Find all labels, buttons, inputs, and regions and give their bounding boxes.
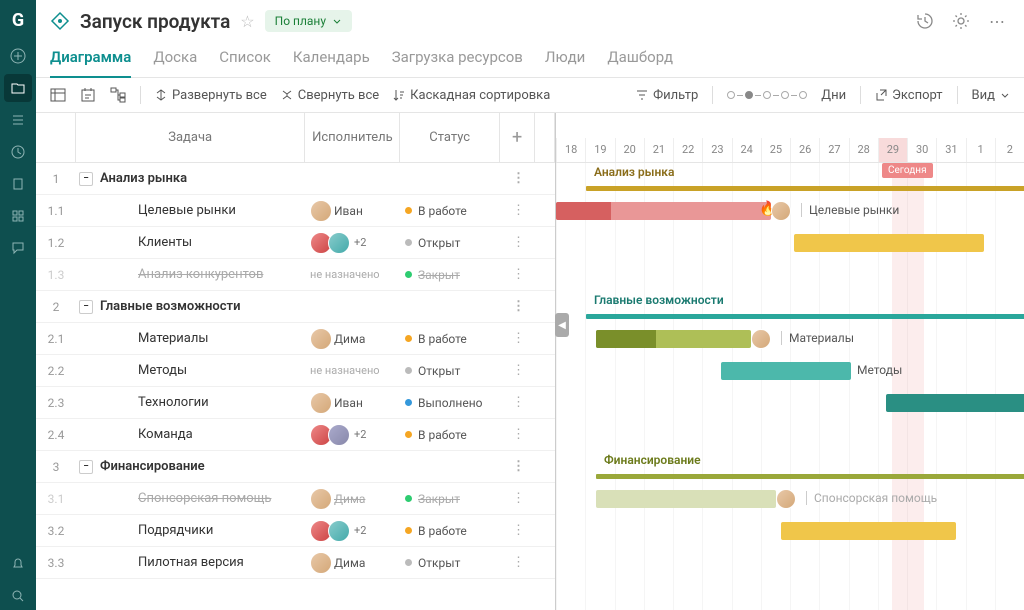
task-row[interactable]: 1.2Клиенты+2Открыт⋮ xyxy=(36,227,555,259)
panel-collapse-icon[interactable]: ◀ xyxy=(555,313,569,337)
grid-header: Задача Исполнитель Статус + xyxy=(36,113,555,163)
row-menu-icon[interactable]: ⋮ xyxy=(501,331,536,346)
task-row[interactable]: 2.4Команда+2В работе⋮ xyxy=(36,419,555,451)
task-row[interactable]: 3−Финансирование⋮ xyxy=(36,451,555,483)
star-icon[interactable]: ☆ xyxy=(240,12,254,31)
gantt-bar[interactable] xyxy=(596,490,776,508)
avatar xyxy=(310,328,332,350)
task-grid: Задача Исполнитель Статус + 1−Анализ рын… xyxy=(36,113,556,610)
task-row[interactable]: 3.1Спонсорская помощьДимаЗакрыт⋮ xyxy=(36,483,555,515)
filter[interactable]: Фильтр xyxy=(636,88,698,103)
avatar xyxy=(751,329,771,349)
task-row[interactable]: 3.2Подрядчики+2В работе⋮ xyxy=(36,515,555,547)
task-row[interactable]: 2.3ТехнологииИванВыполнено⋮ xyxy=(36,387,555,419)
gantt-bar[interactable] xyxy=(556,202,771,220)
row-menu-icon[interactable]: ⋮ xyxy=(501,555,536,570)
rail-grid-icon[interactable] xyxy=(4,202,32,230)
left-rail: G xyxy=(0,0,36,610)
expand-all[interactable]: Развернуть все xyxy=(155,88,267,103)
rail-bell-icon[interactable] xyxy=(4,550,32,578)
avatar xyxy=(776,489,796,509)
toolbar: Развернуть все Свернуть все Каскадная со… xyxy=(36,78,1024,113)
task-row[interactable]: 2.2Методыне назначеноОткрыт⋮ xyxy=(36,355,555,387)
col-task[interactable]: Задача xyxy=(76,113,306,162)
history-icon[interactable] xyxy=(912,8,938,34)
rail-folder-icon[interactable] xyxy=(4,74,32,102)
gantt-bar[interactable] xyxy=(721,362,851,380)
export[interactable]: Экспорт xyxy=(875,88,942,103)
task-row[interactable]: 2.1МатериалыДимаВ работе⋮ xyxy=(36,323,555,355)
header: Запуск продукта ☆ По плану ⋯ xyxy=(36,0,1024,42)
gantt-bar[interactable] xyxy=(596,330,751,348)
rail-add-icon[interactable] xyxy=(4,42,32,70)
avatar xyxy=(310,200,332,222)
tool-task-icon[interactable] xyxy=(80,87,96,103)
tab-board[interactable]: Доска xyxy=(153,42,197,77)
rail-chat-icon[interactable] xyxy=(4,234,32,262)
tool-columns-icon[interactable] xyxy=(50,87,66,103)
tab-diagram[interactable]: Диаграмма xyxy=(50,42,131,78)
row-menu-icon[interactable]: ⋮ xyxy=(501,491,536,506)
avatar xyxy=(328,232,350,254)
col-assignee[interactable]: Исполнитель xyxy=(305,113,400,162)
rail-doc-icon[interactable] xyxy=(4,170,32,198)
settings-icon[interactable] xyxy=(948,8,974,34)
tabs: Диаграмма Доска Список Календарь Загрузк… xyxy=(36,42,1024,78)
col-status[interactable]: Статус xyxy=(400,113,500,162)
row-menu-icon[interactable]: ⋮ xyxy=(501,235,536,250)
row-menu-icon[interactable]: ⋮ xyxy=(501,363,536,378)
task-row[interactable]: 1.3Анализ конкурентовне назначеноЗакрыт⋮ xyxy=(36,259,555,291)
tab-resources[interactable]: Загрузка ресурсов xyxy=(392,42,523,77)
cascade-sort[interactable]: Каскадная сортировка xyxy=(393,88,550,103)
zoom-slider[interactable] xyxy=(727,91,807,99)
row-menu-icon[interactable]: ⋮ xyxy=(501,427,536,442)
rail-clock-icon[interactable] xyxy=(4,138,32,166)
task-row[interactable]: 1−Анализ рынка⋮ xyxy=(36,163,555,195)
collapse-icon[interactable]: − xyxy=(79,300,93,314)
tab-list[interactable]: Список xyxy=(219,42,271,77)
gantt-bar[interactable] xyxy=(886,394,1024,412)
collapse-icon[interactable]: − xyxy=(79,172,93,186)
rail-search-icon[interactable] xyxy=(4,582,32,610)
more-icon[interactable]: ⋯ xyxy=(984,8,1010,34)
app-logo: G xyxy=(6,8,30,32)
avatar xyxy=(771,201,791,221)
row-menu-icon[interactable]: ⋮ xyxy=(501,395,536,410)
tab-dashboard[interactable]: Дашборд xyxy=(607,42,673,77)
tab-people[interactable]: Люди xyxy=(545,42,585,77)
row-menu-icon[interactable]: ⋮ xyxy=(501,171,536,186)
task-row[interactable]: 1.1Целевые рынкиИванВ работе⋮ xyxy=(36,195,555,227)
row-menu-icon[interactable]: ⋮ xyxy=(501,267,536,282)
today-label: Сегодня xyxy=(882,163,933,178)
task-row[interactable]: 2−Главные возможности⋮ xyxy=(36,291,555,323)
gantt-chart: ◀ 181920212223242526272829303112 Сегодня… xyxy=(556,113,1024,610)
avatar xyxy=(310,392,332,414)
avatar xyxy=(310,488,332,510)
collapse-icon[interactable]: − xyxy=(79,460,93,474)
avatar xyxy=(310,552,332,574)
task-row[interactable]: 3.3Пилотная версияДимаОткрыт⋮ xyxy=(36,547,555,579)
view-menu[interactable]: Вид xyxy=(972,88,1010,103)
collapse-all[interactable]: Свернуть все xyxy=(281,88,379,103)
row-menu-icon[interactable]: ⋮ xyxy=(501,459,536,474)
tab-calendar[interactable]: Календарь xyxy=(293,42,370,77)
row-menu-icon[interactable]: ⋮ xyxy=(501,523,536,538)
gantt-bar[interactable] xyxy=(781,522,956,540)
avatar xyxy=(328,424,350,446)
row-menu-icon[interactable]: ⋮ xyxy=(501,203,536,218)
status-badge[interactable]: По плану xyxy=(265,10,352,32)
row-menu-icon[interactable]: ⋮ xyxy=(501,299,536,314)
rail-list-icon[interactable] xyxy=(4,106,32,134)
zoom-label: Дни xyxy=(821,88,846,103)
avatar xyxy=(328,520,350,542)
tool-hierarchy-icon[interactable] xyxy=(110,87,126,103)
gantt-bar[interactable] xyxy=(794,234,984,252)
add-column[interactable]: + xyxy=(500,113,535,162)
project-icon xyxy=(50,11,70,31)
page-title: Запуск продукта xyxy=(80,10,230,33)
